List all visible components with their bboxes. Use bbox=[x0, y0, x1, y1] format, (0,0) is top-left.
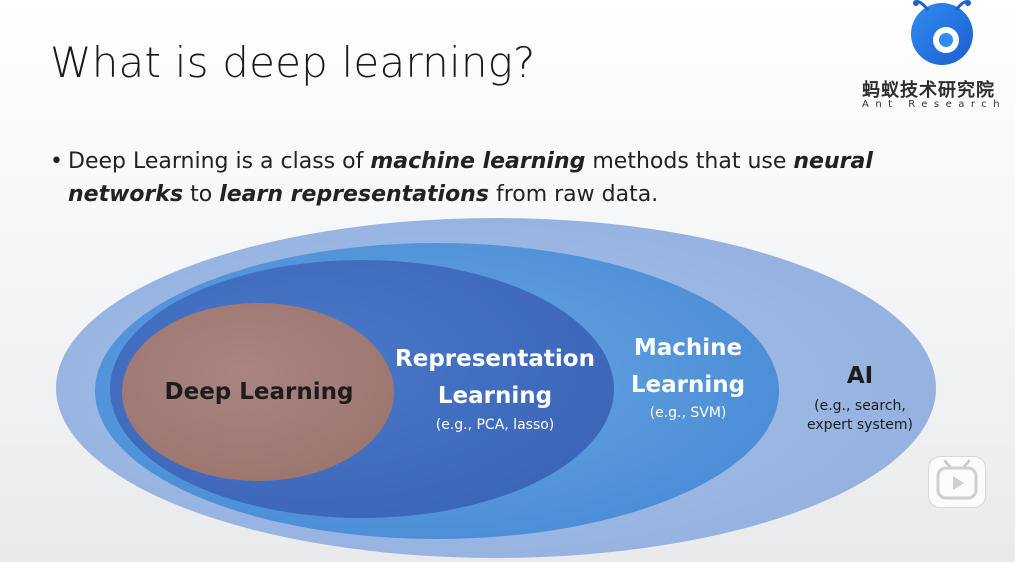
ai-example-line2: expert system) bbox=[807, 417, 913, 433]
play-button[interactable] bbox=[928, 456, 986, 508]
dl-label: Deep Learning bbox=[164, 379, 354, 405]
play-icon bbox=[936, 459, 978, 500]
nested-ellipse-diagram bbox=[56, 218, 936, 558]
ml-label-line2: Learning bbox=[630, 372, 746, 398]
rl-label-line1: Representation bbox=[395, 346, 595, 372]
rl-label-line2: Learning bbox=[437, 383, 553, 409]
ml-label-line1: Machine bbox=[633, 335, 743, 361]
rl-example: (e.g., PCA, lasso) bbox=[435, 417, 555, 433]
ml-example: (e.g., SVM) bbox=[649, 405, 727, 421]
ai-label: AI bbox=[846, 363, 874, 389]
ai-example-line1: (e.g., search, bbox=[814, 398, 906, 414]
